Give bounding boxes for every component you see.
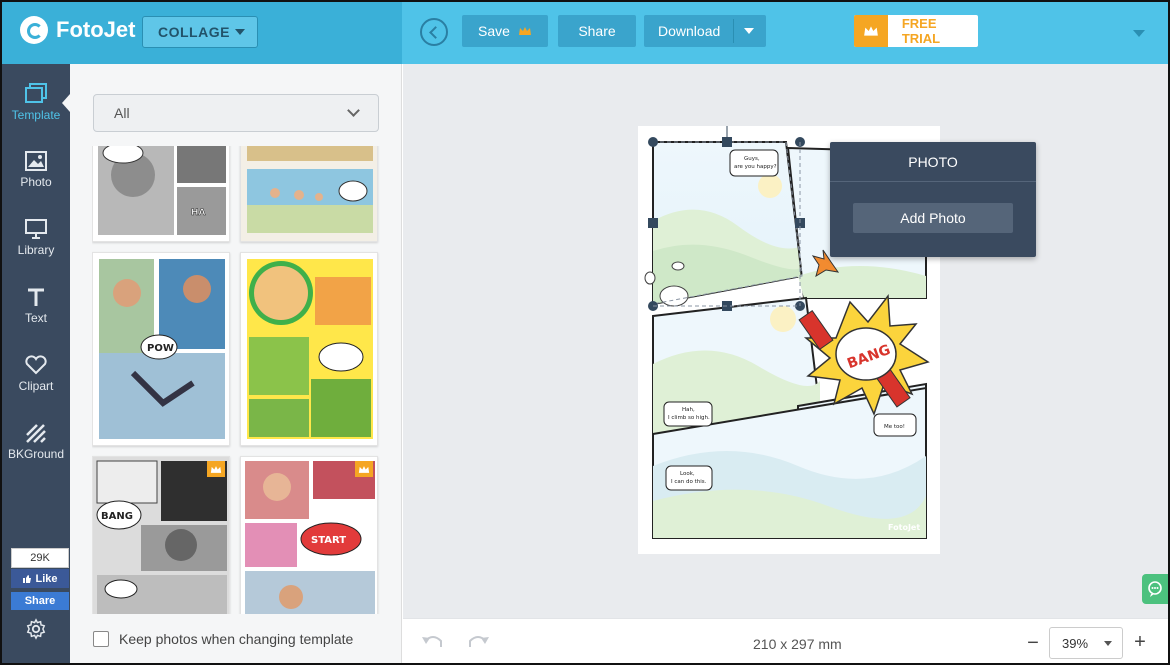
caret-down-icon xyxy=(235,29,245,35)
facebook-widget: 29K Like Share xyxy=(11,548,69,610)
settings-gear-icon[interactable] xyxy=(25,618,47,640)
photo-popup: PHOTO Add Photo xyxy=(830,142,1036,257)
download-divider xyxy=(733,19,734,43)
undo-icon[interactable] xyxy=(421,633,445,651)
app-window: FotoJet COLLAGE Save Share Download FREE… xyxy=(0,0,1170,665)
download-button[interactable]: Download xyxy=(644,15,766,47)
library-icon xyxy=(25,219,47,239)
free-trial-button[interactable]: FREE TRIAL xyxy=(854,15,978,47)
nav-clipart[interactable]: Clipart xyxy=(2,342,70,406)
nav-background[interactable]: BKGround xyxy=(2,410,70,474)
nav-text[interactable]: Text xyxy=(2,274,70,338)
account-menu-caret-icon[interactable] xyxy=(1133,30,1145,37)
template-filter-select[interactable]: All xyxy=(93,94,379,132)
nav-photo[interactable]: Photo xyxy=(2,138,70,202)
logo-icon xyxy=(20,16,48,44)
nav-clipart-label: Clipart xyxy=(18,379,54,393)
watermark: FotoJet xyxy=(888,523,920,532)
redo-icon[interactable] xyxy=(466,633,490,651)
side-nav: Template Photo Library Text Clipart BKGr… xyxy=(2,64,70,663)
template-thumbnail[interactable]: POW xyxy=(92,252,230,446)
chat-icon[interactable] xyxy=(1142,574,1168,604)
fb-like-count: 29K xyxy=(11,548,69,568)
text-icon xyxy=(28,288,44,306)
premium-crown-icon xyxy=(207,461,225,477)
template-thumbnail[interactable]: BANG xyxy=(92,456,230,614)
crown-icon xyxy=(854,15,888,47)
nav-library[interactable]: Library xyxy=(2,206,70,270)
fb-like-button[interactable]: Like xyxy=(11,569,69,588)
nav-background-label: BKGround xyxy=(7,447,65,461)
template-thumbnail[interactable]: HA xyxy=(92,146,230,242)
template-thumbnail[interactable] xyxy=(240,252,378,446)
bubble-metoo-text: Me too! xyxy=(884,424,905,430)
save-button[interactable]: Save xyxy=(462,15,548,47)
active-nav-pointer xyxy=(62,94,70,112)
brand-area: FotoJet COLLAGE xyxy=(2,2,402,64)
template-icon xyxy=(25,83,47,103)
background-icon xyxy=(26,424,46,443)
premium-crown-icon xyxy=(355,461,373,477)
fb-share-button[interactable]: Share xyxy=(11,592,69,610)
back-button[interactable] xyxy=(420,18,448,46)
top-bar: FotoJet COLLAGE Save Share Download FREE… xyxy=(2,2,1168,64)
canvas-workspace: BANG Guys, are you happy? Hah, I climb so … xyxy=(403,64,1168,618)
photo-popup-title: PHOTO xyxy=(830,142,1036,182)
zoom-out-button[interactable]: − xyxy=(1026,632,1040,655)
template-thumbnail[interactable]: START xyxy=(240,456,378,614)
svg-text:BANG: BANG xyxy=(101,511,133,522)
svg-text:START: START xyxy=(311,535,346,546)
chevron-down-icon xyxy=(347,104,360,117)
keep-photos-label: Keep photos when changing template xyxy=(119,631,354,647)
fotojet-logo[interactable]: FotoJet xyxy=(20,16,135,44)
crown-icon xyxy=(518,26,532,36)
clipart-icon xyxy=(25,355,47,375)
zoom-select[interactable]: 39% xyxy=(1049,627,1123,659)
download-options-caret-icon[interactable] xyxy=(744,28,754,34)
mode-select[interactable]: COLLAGE xyxy=(142,16,258,48)
download-label: Download xyxy=(658,23,721,39)
bottom-bar: 210 x 297 mm − 39% + xyxy=(403,618,1168,663)
svg-text:POW: POW xyxy=(147,343,174,354)
resize-handle[interactable] xyxy=(648,137,658,147)
add-photo-button[interactable]: Add Photo xyxy=(853,203,1013,233)
speech-bubble-climb[interactable] xyxy=(663,401,713,427)
template-thumbnail[interactable] xyxy=(240,146,378,242)
thumbs-up-icon xyxy=(23,574,32,583)
nav-photo-label: Photo xyxy=(20,175,52,189)
zoom-value: 39% xyxy=(1062,635,1089,651)
svg-text:HA: HA xyxy=(191,208,206,218)
resize-handle[interactable] xyxy=(648,218,658,228)
share-label: Share xyxy=(578,23,616,39)
template-filter-value: All xyxy=(114,105,130,121)
free-trial-label: FREE TRIAL xyxy=(901,16,941,46)
resize-handle[interactable] xyxy=(722,137,732,147)
speech-bubble-cando[interactable] xyxy=(665,465,713,491)
zoom-in-button[interactable]: + xyxy=(1133,631,1147,654)
nav-template[interactable]: Template xyxy=(2,70,70,134)
keep-photos-checkbox[interactable] xyxy=(93,631,109,647)
speech-bubble-happy[interactable] xyxy=(729,149,779,177)
template-grid: HA POW BANG START xyxy=(92,146,384,614)
page-size-label: 210 x 297 mm xyxy=(753,636,842,652)
keep-photos-option[interactable]: Keep photos when changing template xyxy=(93,631,353,647)
nav-template-label: Template xyxy=(11,108,61,122)
photo-icon xyxy=(25,151,47,171)
share-button[interactable]: Share xyxy=(558,15,636,47)
mode-select-value: COLLAGE xyxy=(158,24,230,40)
fb-like-label: Like xyxy=(35,572,58,585)
nav-text-label: Text xyxy=(24,311,47,325)
template-panel: All HA POW BANG START Keep photos when c… xyxy=(70,64,402,663)
caret-down-icon xyxy=(1104,641,1112,646)
save-label: Save xyxy=(478,23,510,39)
nav-library-label: Library xyxy=(17,243,55,257)
app-name: FotoJet xyxy=(56,17,136,42)
